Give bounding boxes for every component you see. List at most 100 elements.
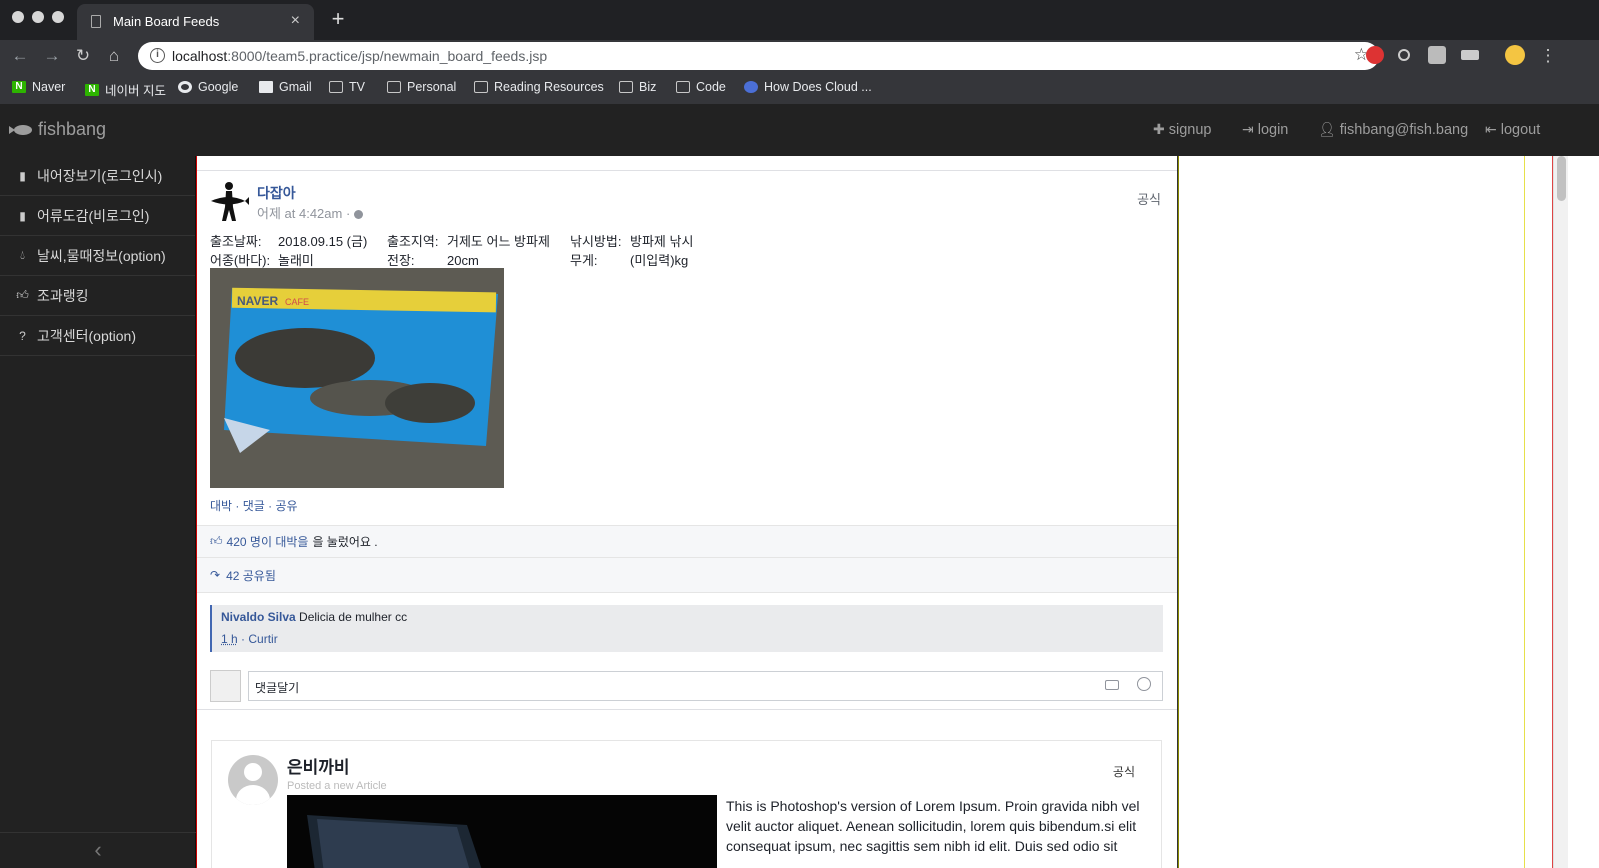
new-tab-button[interactable]: + <box>324 6 352 34</box>
close-window-button[interactable] <box>12 11 24 23</box>
scrollbar-thumb[interactable] <box>1557 156 1566 201</box>
browser-toolbar: ← → ↻ ⌂ i localhost:8000/team5.practice/… <box>0 40 1599 72</box>
bookmark-item[interactable]: Reading Resources <box>474 80 604 94</box>
help-icon: ? <box>19 328 26 343</box>
share-icon: ↷ <box>210 568 221 582</box>
site-info-icon[interactable]: i <box>150 48 165 63</box>
right-panel <box>1178 156 1599 868</box>
profile-avatar[interactable] <box>1505 45 1525 65</box>
comment-text: Delicia de mulher cc <box>299 610 408 624</box>
bookmark-item[interactable]: How Does Cloud ... <box>744 80 872 94</box>
comment: Nivaldo Silva Delicia de mulher cc 1 h ·… <box>210 605 1163 652</box>
book-icon: ▮ <box>19 208 26 223</box>
logout-link[interactable]: ⇤ logout <box>1485 121 1540 138</box>
photo-watermark-cafe: CAFE <box>285 297 309 307</box>
official-badge: 공식 <box>1137 192 1161 207</box>
book-icon: ▮ <box>19 168 26 183</box>
likes-count-link[interactable]: 420 명이 대박을 <box>227 533 309 550</box>
folder-icon <box>329 81 343 93</box>
browser-menu-icon[interactable]: ⋮ <box>1536 44 1560 68</box>
home-icon[interactable]: ⌂ <box>102 44 126 68</box>
bookmark-item[interactable]: N 네이버 지도 <box>85 80 166 99</box>
weight-label: 무게: <box>570 253 598 268</box>
logout-icon: ⇤ <box>1485 121 1497 137</box>
post-actions[interactable]: 대박 · 댓글 · 공유 <box>210 497 298 514</box>
feed-post: 다잡아 어제 at 4:42am · 공식 출조날짜: 2018.09.15 (… <box>197 170 1177 710</box>
user-icon: 👤︎ <box>1318 121 1336 137</box>
comment-time[interactable]: 1 h <box>221 632 238 646</box>
folder-icon <box>619 81 633 93</box>
thumbs-up-icon: 👍︎ <box>16 288 29 302</box>
shield-icon[interactable] <box>1428 46 1446 64</box>
bookmark-item[interactable]: Code <box>676 80 726 94</box>
sidebar-item-my-fishing[interactable]: ▮ 내어장보기(로그인시) <box>0 156 195 196</box>
reply-avatar <box>210 670 241 702</box>
login-link[interactable]: ⇥ login <box>1242 121 1288 138</box>
reply-input[interactable]: 댓글달기 <box>248 671 1163 701</box>
main-feed: 다잡아 어제 at 4:42am · 공식 출조날짜: 2018.09.15 (… <box>196 156 1178 868</box>
forward-icon[interactable]: → <box>40 44 64 68</box>
cloud-icon <box>744 81 758 93</box>
tab-close-button[interactable]: × <box>291 12 300 30</box>
browser-tab[interactable]: Main Board Feeds × <box>77 4 314 40</box>
emoji-icon[interactable] <box>1137 677 1151 691</box>
camera-icon[interactable] <box>1105 680 1119 690</box>
sidebar-item-weather[interactable]: 💧︎ 날씨,물때정보(option) <box>0 236 195 276</box>
official-badge: 공식 <box>1112 765 1135 779</box>
comment-author[interactable]: Nivaldo Silva <box>221 610 296 624</box>
bookmark-item[interactable]: Personal <box>387 80 456 94</box>
signup-link[interactable]: ✚ signup <box>1153 121 1211 138</box>
address-bar[interactable]: i localhost:8000/team5.practice/jsp/newm… <box>138 42 1379 70</box>
minimize-window-button[interactable] <box>32 11 44 23</box>
article-subtitle: Posted a new Article <box>287 780 387 792</box>
thumbs-up-icon: 👍︎ <box>210 534 223 548</box>
shares-bar[interactable]: ↷ 42 공유됨 <box>197 558 1177 593</box>
date-label: 출조날짜: <box>210 234 262 249</box>
post-time: 어제 at 4:42am · <box>257 203 363 222</box>
sidebar: ▮ 내어장보기(로그인시) ▮ 어류도감(비로그인) 💧︎ 날씨,물때정보(optio… <box>0 156 196 868</box>
bookmark-item[interactable]: N Naver <box>12 80 65 94</box>
bookmark-item[interactable]: TV <box>329 80 365 94</box>
gmail-icon <box>259 81 273 93</box>
reload-icon[interactable]: ↻ <box>71 44 95 68</box>
adblock-icon[interactable] <box>1366 46 1384 64</box>
document-icon <box>91 15 101 28</box>
author-avatar[interactable] <box>209 181 249 223</box>
sidebar-item-ranking[interactable]: 👍︎ 조과랭킹 <box>0 276 195 316</box>
sidebar-collapse-button[interactable]: ‹ <box>0 832 196 868</box>
browser-tab-strip: Main Board Feeds × + <box>0 0 1599 40</box>
back-icon[interactable]: ← <box>8 44 32 68</box>
naver-icon: N <box>12 81 26 93</box>
maximize-window-button[interactable] <box>52 11 64 23</box>
comment-like-link[interactable]: · Curtir <box>238 632 278 646</box>
page-scrollbar[interactable] <box>1553 156 1568 868</box>
divider <box>1524 156 1525 868</box>
likes-text: 을 눌렀어요 . <box>312 535 378 549</box>
brand-logo[interactable]: fishbang <box>9 119 106 140</box>
shares-count: 42 공유됨 <box>226 568 276 583</box>
bookmark-item[interactable]: Biz <box>619 80 656 94</box>
url-text: localhost:8000/team5.practice/jsp/newmai… <box>172 48 548 64</box>
likes-bar: 👍︎ 420 명이 대박을 을 눌렀어요 . <box>197 525 1177 558</box>
user-account-link[interactable]: 👤︎ fishbang@fish.bang <box>1318 121 1468 138</box>
catch-photo[interactable]: NAVER CAFE <box>210 268 504 488</box>
bookmark-item[interactable]: Gmail <box>259 80 312 94</box>
bulb-icon[interactable] <box>1398 49 1410 61</box>
globe-icon <box>353 210 363 220</box>
article-image-graphic <box>287 795 717 868</box>
google-icon <box>178 81 192 93</box>
card-icon[interactable] <box>1461 50 1479 60</box>
bookmark-item[interactable]: Google <box>178 80 238 94</box>
article-author[interactable]: 은비까비 <box>287 753 350 778</box>
tab-title: Main Board Feeds <box>113 14 220 29</box>
article-image[interactable] <box>287 795 717 868</box>
method-label: 낚시방법: <box>570 234 622 249</box>
sidebar-item-support[interactable]: ? 고객센터(option) <box>0 316 195 356</box>
drop-icon: 💧︎ <box>20 248 25 262</box>
app-navbar: fishbang ✚ signup ⇥ login 👤︎ fishbang@fish.… <box>0 104 1599 156</box>
article-text: This is Photoshop's version of Lorem Ips… <box>726 798 1140 854</box>
article-author-avatar[interactable] <box>228 755 278 805</box>
folder-icon <box>474 81 488 93</box>
post-author[interactable]: 다잡아 <box>257 183 296 203</box>
sidebar-item-fish-guide[interactable]: ▮ 어류도감(비로그인) <box>0 196 195 236</box>
